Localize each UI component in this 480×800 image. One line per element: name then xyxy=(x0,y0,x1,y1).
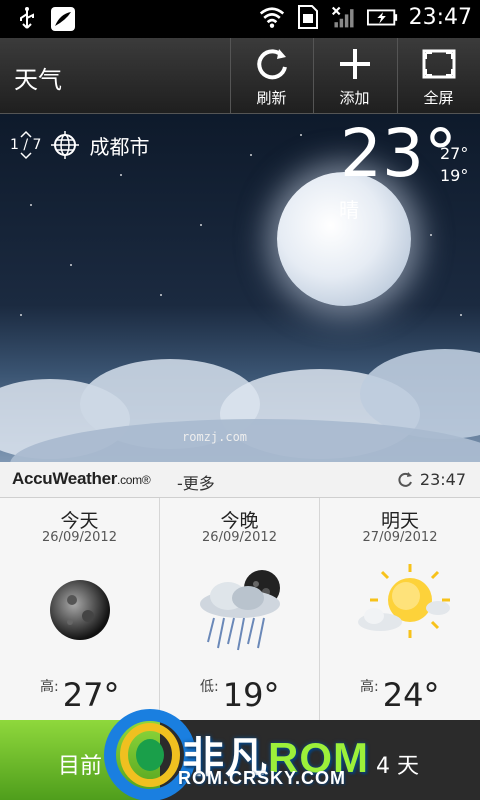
sim-icon xyxy=(297,5,318,29)
brand-mark: ® xyxy=(141,473,151,487)
accuweather-logo[interactable]: AccuWeather.com® xyxy=(12,469,151,489)
high-temperature: 27° xyxy=(440,144,469,163)
refresh-label: 刷新 xyxy=(256,88,287,107)
forecast-panel: 今天 26/09/2012 高: 27° 今晚 26/09/2012 低: 19… xyxy=(0,498,480,720)
last-updated: 23:47 xyxy=(396,470,466,489)
forecast-date: 26/09/2012 xyxy=(42,530,117,545)
city-name: 成都市 xyxy=(89,134,150,159)
add-label: 添加 xyxy=(339,88,370,107)
brand-suffix: .com xyxy=(117,473,142,487)
temp-label: 低: xyxy=(200,679,219,695)
location-row[interactable]: 1 / 7 成都市 xyxy=(10,130,149,160)
provider-bar[interactable]: AccuWeather.com® -更多 23:47 xyxy=(0,462,480,498)
fullscreen-label: 全屏 xyxy=(423,88,454,107)
sync-icon xyxy=(398,471,412,487)
tab-current-label: 目前 xyxy=(58,754,103,779)
refresh-button[interactable]: 刷新 xyxy=(230,38,312,114)
forecast-date: 26/09/2012 xyxy=(202,530,277,545)
action-bar: 天气 刷新 添加 全屏 xyxy=(0,38,480,114)
forecast-day: 今晚 xyxy=(220,510,259,532)
fullscreen-icon xyxy=(422,49,455,78)
chevron-down-icon xyxy=(20,152,32,160)
low-temperature: 19° xyxy=(440,166,469,185)
updated-time: 23:47 xyxy=(419,470,466,489)
wifi-icon xyxy=(259,7,284,28)
more-link[interactable]: -更多 xyxy=(177,470,215,494)
sun-cloud-icon xyxy=(358,564,450,638)
forecast-date: 27/09/2012 xyxy=(362,530,438,545)
usb-icon xyxy=(20,7,34,29)
forecast-tomorrow[interactable]: 明天 27/09/2012 高: 24° xyxy=(320,498,480,720)
scene-watermark: romzj.com xyxy=(182,430,248,444)
forecast-temp: 24° xyxy=(382,676,440,714)
page-total: 7 xyxy=(32,137,42,153)
forecast-today[interactable]: 今天 26/09/2012 高: 27° xyxy=(0,498,160,720)
forecast-day: 今天 xyxy=(60,510,99,532)
page-indicator: 1 / 7 xyxy=(10,130,41,160)
temp-label: 高: xyxy=(360,679,379,695)
page-current: 1 xyxy=(10,137,19,153)
forecast-tonight[interactable]: 今晚 26/09/2012 低: 19° xyxy=(160,498,320,720)
battery-charging-icon xyxy=(366,9,397,26)
forecast-day: 明天 xyxy=(380,510,419,532)
status-time: 23:47 xyxy=(408,4,472,30)
app-title: 天气 xyxy=(14,66,62,94)
moon-icon xyxy=(50,580,110,640)
status-bar: 23:47 xyxy=(0,0,480,38)
weather-condition: 晴 xyxy=(339,198,359,222)
temp-label: 高: xyxy=(40,679,59,695)
logo-subtitle: ROM.CRSKY.COM xyxy=(178,768,347,788)
night-rain-icon xyxy=(200,570,280,651)
app-notification-icon xyxy=(51,7,75,31)
add-button[interactable]: 添加 xyxy=(313,38,395,114)
globe-icon[interactable] xyxy=(51,131,80,159)
brand-name: AccuWeather xyxy=(12,469,118,488)
signal-icon xyxy=(331,6,354,28)
clouds-image xyxy=(0,349,480,462)
weather-scene[interactable]: 1 / 7 成都市 23° 27° 19° 晴 romzj.com xyxy=(0,114,480,462)
plus-icon xyxy=(339,48,370,79)
refresh-icon xyxy=(256,48,287,79)
fullscreen-button[interactable]: 全屏 xyxy=(397,38,479,114)
moon-image xyxy=(277,172,411,306)
